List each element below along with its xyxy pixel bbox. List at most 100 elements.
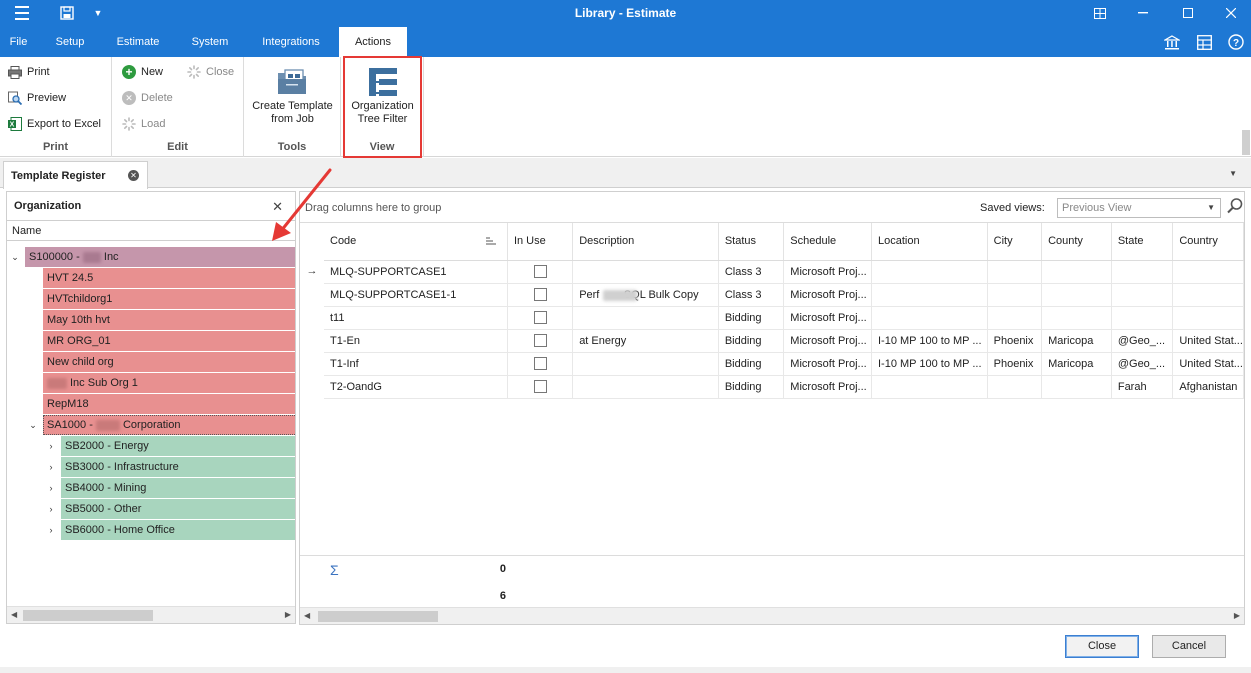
cell-description[interactable] [572,260,719,284]
column-header-in-use[interactable]: In Use [507,223,574,261]
cell-state[interactable] [1111,260,1174,284]
cell-code[interactable]: T2-OandG [324,375,508,399]
in-use-checkbox[interactable] [533,334,547,347]
tab-file[interactable]: File [0,27,37,57]
cell-state[interactable] [1111,283,1174,307]
close-panel-icon[interactable]: ✕ [272,199,283,215]
tab-overflow-dropdown-icon[interactable]: ▼ [1229,169,1237,178]
cell-county[interactable] [1041,260,1112,284]
search-icon[interactable] [1226,197,1244,215]
cell-description[interactable] [572,352,719,376]
tree-node-root[interactable]: S100000 - Inc [25,247,295,267]
tab-setup[interactable]: Setup [44,27,96,57]
column-header-state[interactable]: State [1111,223,1174,261]
cell-in-use[interactable] [507,329,574,353]
scroll-thumb[interactable] [318,611,438,622]
in-use-checkbox[interactable] [533,380,547,393]
column-header-county[interactable]: County [1041,223,1112,261]
cell-schedule[interactable]: Microsoft Proj... [783,375,872,399]
cell-status[interactable]: Bidding [718,352,785,376]
scroll-left-icon[interactable]: ◀ [11,610,17,619]
cell-state[interactable] [1111,306,1174,330]
bank-icon[interactable] [1161,32,1183,52]
name-column-header[interactable]: Name [7,221,295,241]
cell-schedule[interactable]: Microsoft Proj... [783,306,872,330]
delete-button[interactable]: ✕ Delete [122,91,173,105]
create-template-from-job-button[interactable]: Create Template from Job [244,64,341,126]
table-row[interactable]: MLQ-SUPPORTCASE1 Class 3 Microsoft Proj.… [324,260,1244,284]
table-row[interactable]: t11 Bidding Microsoft Proj... [324,306,1244,330]
cell-country[interactable]: United Stat... [1172,352,1244,376]
column-header-schedule[interactable]: Schedule [783,223,872,261]
cell-description[interactable] [572,306,719,330]
cell-description[interactable] [572,375,719,399]
cell-county[interactable] [1041,375,1112,399]
scroll-right-icon[interactable]: ▶ [1234,611,1240,620]
tab-integrations[interactable]: Integrations [250,27,332,57]
cell-city[interactable] [987,306,1043,330]
tree-node-child[interactable]: New child org [43,352,295,372]
cell-description[interactable]: Perf SQL Bulk Copy [572,283,719,307]
expand-icon[interactable]: › [45,436,57,456]
new-button[interactable]: + New [122,65,163,79]
sort-icon[interactable] [485,235,497,247]
cell-location[interactable] [871,375,988,399]
cell-country[interactable] [1172,260,1244,284]
in-use-checkbox[interactable] [533,265,547,278]
tree-node-sub[interactable]: SB5000 - Other [61,499,295,519]
cell-county[interactable] [1041,283,1112,307]
cell-location[interactable] [871,283,988,307]
restore-layout-icon[interactable] [1086,3,1114,23]
in-use-checkbox[interactable] [533,311,547,324]
expand-icon[interactable]: › [45,478,57,498]
tree-node-child[interactable]: Inc Sub Org 1 [43,373,295,393]
cell-county[interactable]: Maricopa [1041,329,1112,353]
tree-node-child[interactable]: RepM18 [43,394,295,414]
cell-city[interactable] [987,260,1043,284]
table-row[interactable]: T2-OandG Bidding Microsoft Proj... Farah… [324,375,1244,399]
minimize-icon[interactable] [1129,3,1157,23]
column-header-code[interactable]: Code [324,223,508,261]
saved-views-select[interactable]: Previous View ▼ [1057,198,1221,218]
help-icon[interactable]: ? [1225,32,1247,52]
cell-schedule[interactable]: Microsoft Proj... [783,352,872,376]
cell-code[interactable]: MLQ-SUPPORTCASE1-1 [324,283,508,307]
cell-location[interactable]: I-10 MP 100 to MP ... [871,352,988,376]
grid-horizontal-scrollbar[interactable]: ◀ ▶ [300,607,1244,624]
in-use-checkbox[interactable] [533,288,547,301]
tree-node-corporation[interactable]: SA1000 - Corporation [43,415,295,435]
preview-button[interactable]: Preview [8,91,66,105]
group-by-bar[interactable]: Drag columns here to group Saved views: … [300,192,1244,223]
cell-city[interactable]: Phoenix [987,329,1043,353]
table-row[interactable]: T1-Inf Bidding Microsoft Proj... I-10 MP… [324,352,1244,376]
cell-code[interactable]: t11 [324,306,508,330]
tab-system[interactable]: System [182,27,238,57]
cell-code[interactable]: MLQ-SUPPORTCASE1 [324,260,508,284]
tree-node-child[interactable]: HVT 24.5 [43,268,295,288]
tab-template-register[interactable]: Template Register ✕ [3,161,148,189]
tree-node-sub[interactable]: SB2000 - Energy [61,436,295,456]
cell-status[interactable]: Class 3 [718,260,785,284]
cell-location[interactable] [871,306,988,330]
column-header-status[interactable]: Status [718,223,785,261]
tree-node-sub[interactable]: SB4000 - Mining [61,478,295,498]
close-button-ribbon[interactable]: Close [187,65,234,79]
cell-schedule[interactable]: Microsoft Proj... [783,283,872,307]
cell-state[interactable]: @Geo_... [1111,329,1174,353]
in-use-checkbox[interactable] [533,357,547,370]
cell-status[interactable]: Bidding [718,375,785,399]
scroll-right-icon[interactable]: ▶ [285,610,291,619]
column-header-country[interactable]: Country [1172,223,1244,261]
cell-country[interactable]: Afghanistan [1172,375,1244,399]
tree-node-sub[interactable]: SB6000 - Home Office [61,520,295,540]
print-button[interactable]: Print [8,65,50,79]
scroll-thumb[interactable] [23,610,153,621]
cell-status[interactable]: Class 3 [718,283,785,307]
close-window-icon[interactable] [1217,3,1245,23]
load-button[interactable]: Load [122,117,165,131]
cell-schedule[interactable]: Microsoft Proj... [783,260,872,284]
cancel-button[interactable]: Cancel [1152,635,1226,658]
expand-icon[interactable]: › [45,499,57,519]
maximize-icon[interactable] [1174,3,1202,23]
column-header-city[interactable]: City [987,223,1043,261]
